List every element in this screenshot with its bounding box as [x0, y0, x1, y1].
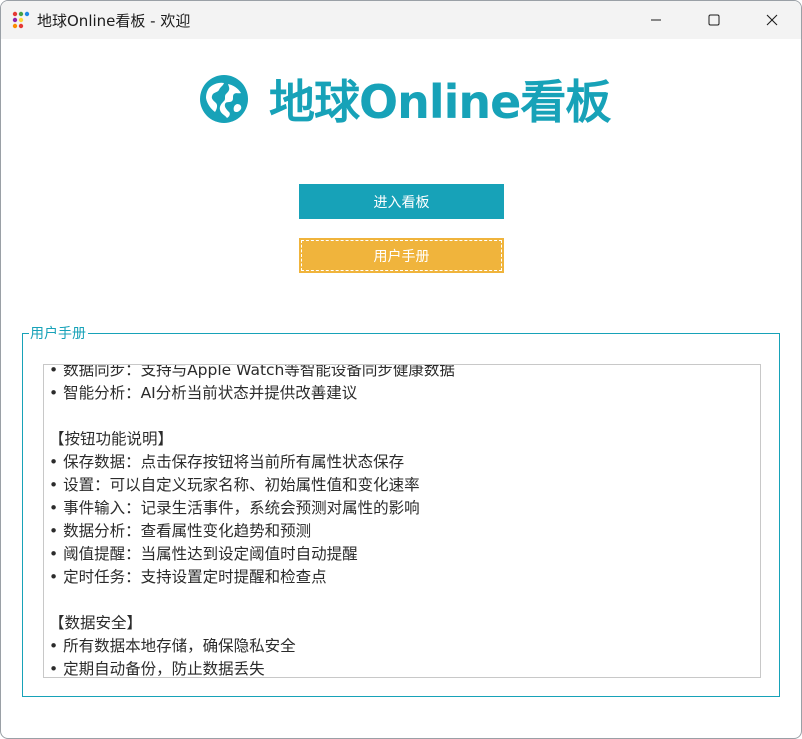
- maximize-icon: [708, 14, 720, 26]
- manual-line: • 阈值提醒：当属性达到设定阈值时自动提醒: [49, 545, 358, 563]
- manual-line: [49, 405, 749, 428]
- manual-line: 【数据安全】: [49, 614, 143, 632]
- manual-line: [49, 589, 749, 612]
- app-icon: [12, 11, 30, 29]
- manual-line: • 智能分析：AI分析当前状态并提供改善建议: [49, 384, 358, 402]
- manual-line: • 定时任务：支持设置定时提醒和检查点: [49, 568, 327, 586]
- manual-line: • 数据同步：支持与Apple Watch等智能设备同步健康数据: [49, 364, 455, 379]
- close-button[interactable]: [743, 1, 801, 39]
- globe-icon: [200, 75, 248, 123]
- close-icon: [766, 14, 778, 26]
- manual-line: • 所有数据本地存储，确保隐私安全: [49, 637, 296, 655]
- minimize-button[interactable]: [627, 1, 685, 39]
- logo-title: 地球Online看板: [269, 75, 611, 129]
- user-manual-button[interactable]: 用户手册: [299, 238, 504, 273]
- manual-text-area[interactable]: • 数据同步：支持与Apple Watch等智能设备同步健康数据 • 智能分析：A…: [43, 364, 761, 678]
- manual-group-title: 用户手册: [29, 323, 88, 343]
- title-bar[interactable]: 地球Online看板 - 欢迎: [1, 1, 801, 39]
- app-logo: 地球Online看板: [199, 69, 611, 129]
- manual-line: • 设置：可以自定义玩家名称、初始属性值和变化速率: [49, 476, 420, 494]
- manual-line: • 事件输入：记录生活事件，系统会预测对属性的影响: [49, 499, 420, 517]
- manual-line: • 数据分析：查看属性变化趋势和预测: [49, 522, 312, 540]
- maximize-button[interactable]: [685, 1, 743, 39]
- manual-line: • 定期自动备份，防止数据丢失: [49, 660, 265, 678]
- manual-line: 【按钮功能说明】: [49, 430, 174, 448]
- minimize-icon: [651, 19, 661, 21]
- manual-line: • 保存数据：点击保存按钮将当前所有属性状态保存: [49, 453, 405, 471]
- manual-content: • 数据同步：支持与Apple Watch等智能设备同步健康数据 • 智能分析：A…: [49, 364, 749, 678]
- app-window: 地球Online看板 - 欢迎 地球Online看板 进入看板 用户手册 用户手…: [0, 0, 802, 739]
- window-title: 地球Online看板 - 欢迎: [37, 12, 191, 30]
- enter-dashboard-button[interactable]: 进入看板: [299, 184, 504, 219]
